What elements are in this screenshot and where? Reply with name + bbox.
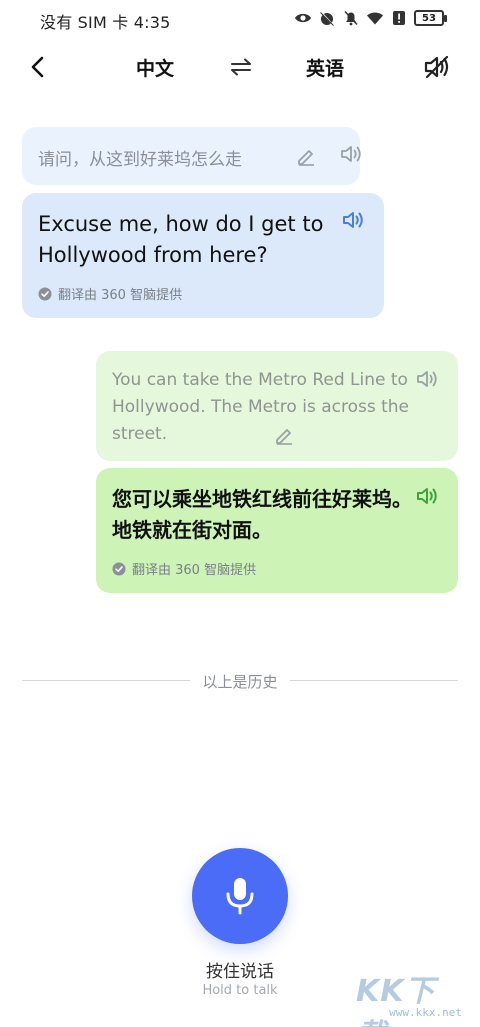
speaker-muted-icon (424, 55, 449, 79)
check-circle-icon (112, 562, 126, 575)
credit-text: 翻译由 360 智脑提供 (132, 563, 257, 578)
hold-to-talk-button[interactable] (192, 848, 288, 944)
alert-icon (390, 9, 408, 27)
target-language-selector[interactable]: 英语 (300, 54, 350, 81)
back-button[interactable] (22, 52, 52, 82)
alarm-off-icon (318, 9, 336, 27)
swap-languages-button[interactable] (226, 52, 256, 82)
hold-to-talk-label: 按住说话 (206, 962, 274, 982)
speaker-icon[interactable] (416, 485, 440, 511)
carrier-time: 没有 SIM 卡 4:35 (40, 13, 171, 32)
source-text: 请问，从这到好莱坞怎么走 (38, 150, 242, 170)
swap-icon (231, 58, 251, 76)
credit-text: 翻译由 360 智脑提供 (58, 288, 183, 303)
source-bubble-left[interactable]: 请问，从这到好莱坞怎么走 (22, 127, 361, 185)
source-text: You can take the Metro Red Line to Holly… (112, 370, 410, 444)
translation-credit: 翻译由 360 智脑提供 (112, 559, 256, 578)
battery-indicator: 53 (414, 10, 447, 26)
divider-line (22, 680, 190, 681)
translation-credit: 翻译由 360 智脑提供 (38, 284, 182, 303)
watermark: KK下载 www.kkx.net (356, 966, 466, 1027)
watermark-url: www.kkx.net (389, 1006, 462, 1019)
bell-off-icon (342, 9, 360, 27)
source-bubble-right[interactable]: You can take the Metro Red Line to Holly… (96, 351, 458, 461)
translator-header: 中文 英语 (0, 44, 480, 88)
check-circle-icon (38, 287, 52, 300)
source-language-selector[interactable]: 中文 (130, 54, 180, 81)
wifi-icon (366, 9, 384, 27)
status-icons: 53 (294, 9, 447, 27)
mute-toggle-button[interactable] (420, 50, 454, 84)
hold-to-talk-sublabel: Hold to talk (202, 983, 278, 998)
translated-text: Excuse me, how do I get to Hollywood fro… (38, 212, 324, 267)
translation-bubble-left[interactable]: Excuse me, how do I get to Hollywood fro… (22, 193, 384, 318)
edit-icon[interactable] (274, 425, 294, 449)
translation-bubble-right[interactable]: 您可以乘坐地铁红线前往好莱坞。地铁就在街对面。 翻译由 360 智脑提供 (96, 468, 458, 593)
chevron-left-icon (31, 56, 44, 78)
speaker-icon[interactable] (342, 209, 366, 235)
divider-line (290, 680, 458, 681)
microphone-icon (226, 878, 254, 915)
eye-icon (294, 9, 312, 27)
status-bar: 没有 SIM 卡 4:35 53 (0, 0, 480, 36)
translated-text: 您可以乘坐地铁红线前往好莱坞。地铁就在街对面。 (112, 487, 412, 542)
speaker-icon[interactable] (416, 368, 440, 394)
edit-icon[interactable] (296, 146, 316, 170)
speaker-icon[interactable] (340, 143, 364, 169)
history-divider-label: 以上是历史 (202, 673, 278, 691)
